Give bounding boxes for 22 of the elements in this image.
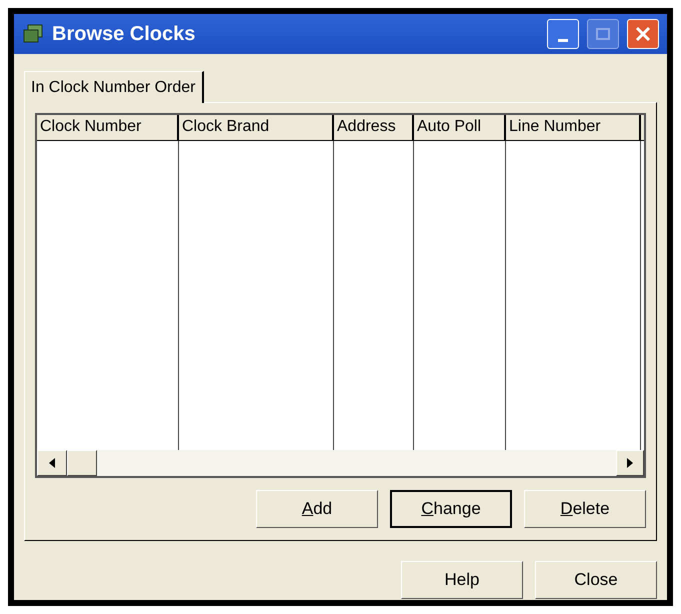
right-arrow-icon	[627, 458, 633, 468]
close-button[interactable]	[627, 19, 659, 49]
scroll-left-button[interactable]	[37, 450, 67, 476]
panel-button[interactable]: Add	[256, 490, 378, 528]
column-header[interactable]: Clock Number	[37, 115, 179, 141]
scroll-right-button[interactable]	[616, 450, 644, 476]
window-title: Browse Clocks	[52, 22, 196, 47]
column-header[interactable]: Address	[334, 115, 414, 141]
dialog-button[interactable]: Help	[401, 561, 523, 599]
horizontal-scrollbar[interactable]	[37, 450, 644, 476]
dialog-button[interactable]: Close	[535, 561, 657, 599]
column-header[interactable]: Auto Poll	[414, 115, 506, 141]
panel-button[interactable]: Delete	[524, 490, 646, 528]
column-header[interactable]: Clock Brand	[179, 115, 334, 141]
windows-icon	[22, 24, 44, 44]
tab[interactable]: In Clock Number Order	[24, 71, 204, 103]
close-icon	[634, 25, 652, 43]
scroll-thumb[interactable]	[67, 450, 97, 476]
left-arrow-icon	[49, 458, 55, 468]
column-header[interactable]: Line Number	[506, 115, 641, 141]
panel-button[interactable]: Change	[390, 490, 512, 528]
minimize-button[interactable]	[547, 19, 579, 49]
